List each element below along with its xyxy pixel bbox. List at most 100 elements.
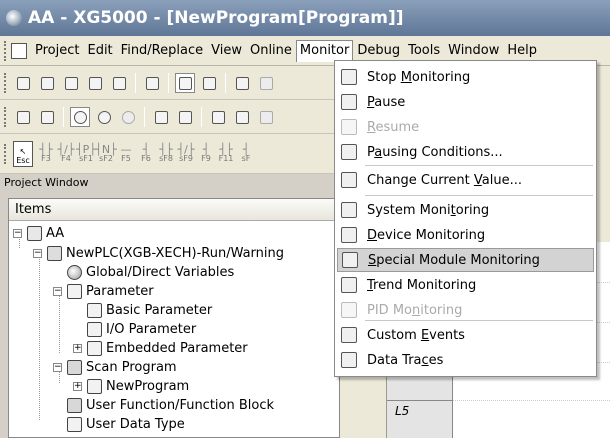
collapse-icon[interactable]: − xyxy=(53,362,62,372)
data-traces-item[interactable]: Data Traces xyxy=(337,348,594,372)
print-button[interactable] xyxy=(109,73,129,93)
special-module-monitoring-item[interactable]: Special Module Monitoring xyxy=(337,248,594,272)
online-edit-button[interactable] xyxy=(232,107,252,127)
document-icon[interactable] xyxy=(11,42,27,59)
special-module-icon xyxy=(342,252,358,268)
run-button[interactable] xyxy=(70,106,90,127)
function-icon: ┤ xyxy=(202,142,210,156)
fkey-label: F6 xyxy=(141,153,151,163)
scan-program-icon xyxy=(67,359,82,375)
tree-node-project[interactable]: − AA xyxy=(13,223,64,243)
tree-node-new-program[interactable]: + NewProgram xyxy=(73,376,189,396)
compile-icon xyxy=(212,110,225,124)
pause-item[interactable]: Pause xyxy=(337,90,594,114)
items-column-header[interactable]: Items xyxy=(9,199,339,221)
change-current-value-item[interactable]: Change Current Value... xyxy=(337,168,594,192)
fkey-f6[interactable]: ┤ F6 xyxy=(137,140,155,168)
collapse-icon[interactable]: − xyxy=(53,286,62,296)
menu-monitor[interactable]: Monitor xyxy=(295,39,354,62)
pid-monitoring-item: PID Monitoring xyxy=(337,298,594,322)
parameter-icon xyxy=(87,302,102,318)
clipboard-button[interactable] xyxy=(142,73,162,93)
device-monitoring-item[interactable]: Device Monitoring xyxy=(337,223,594,247)
tree-node-embedded-parameter[interactable]: + Embedded Parameter xyxy=(73,338,248,358)
save-button[interactable] xyxy=(85,73,105,93)
menu-tools[interactable]: Tools xyxy=(404,40,444,61)
menu-online[interactable]: Online xyxy=(246,40,296,61)
tree-node-scan-program[interactable]: − Scan Program xyxy=(53,357,177,377)
open-project-button[interactable] xyxy=(61,73,81,93)
title-bar: AA - XG5000 - [NewProgram[Program]] xyxy=(0,0,610,36)
menu-item-label: PID Monitoring xyxy=(367,302,463,318)
esc-select-button[interactable]: ↖ Esc xyxy=(13,140,33,167)
tree-node-io-parameter[interactable]: I/O Parameter xyxy=(87,319,196,339)
data-traces-icon xyxy=(341,352,357,368)
menubar-grip[interactable] xyxy=(4,40,8,61)
menu-item-label: Custom Events xyxy=(367,327,465,343)
fkey-sf[interactable]: ┤ sF xyxy=(237,140,255,168)
fkey-f4[interactable]: ┤/├ F4 xyxy=(57,140,75,168)
expand-icon[interactable]: + xyxy=(73,343,82,353)
system-monitoring-item[interactable]: System Monitoring xyxy=(337,198,594,222)
menu-project[interactable]: Project xyxy=(31,40,83,61)
variable-monitor-button[interactable] xyxy=(232,73,252,93)
force-io-button[interactable] xyxy=(256,107,276,127)
menu-find-replace-label: Find/Replace xyxy=(120,43,204,58)
fkey-sf1[interactable]: ┤P├ sF1 xyxy=(76,140,96,168)
menu-edit[interactable]: Edit xyxy=(83,40,116,61)
fkey-f11[interactable]: ┤├ F11 xyxy=(217,140,235,168)
tree-node-user-function[interactable]: User Function/Function Block xyxy=(67,395,274,415)
menu-find-replace[interactable]: Find/Replace xyxy=(117,40,207,61)
menu-item-label: Change Current Value... xyxy=(367,172,522,188)
pause-button[interactable] xyxy=(118,107,138,127)
custom-events-icon xyxy=(341,327,357,343)
message-window-toggle[interactable] xyxy=(199,73,219,93)
fkey-sf8[interactable]: ┤├ sF8 xyxy=(157,140,175,168)
open-file-button[interactable] xyxy=(37,73,57,93)
rung-label: L5 xyxy=(395,404,410,418)
toolbar-grip[interactable] xyxy=(4,72,8,93)
pid-icon xyxy=(341,302,357,318)
menu-item-label: Pausing Conditions... xyxy=(367,144,503,160)
menu-debug[interactable]: Debug xyxy=(353,40,404,61)
menu-item-label: Special Module Monitoring xyxy=(368,252,540,268)
fkey-sf2[interactable]: ┤N├ sF2 xyxy=(95,140,116,168)
toolbar-grip[interactable] xyxy=(4,143,8,164)
plc-info-button[interactable] xyxy=(151,107,171,127)
tree-node-global-variables[interactable]: Global/Direct Variables xyxy=(67,262,234,282)
fkey-sf9[interactable]: ┤/├ sF9 xyxy=(177,140,195,168)
menu-window[interactable]: Window xyxy=(444,40,503,61)
expand-icon[interactable]: + xyxy=(73,381,82,391)
tree-node-plc[interactable]: − NewPLC(XGB-XECH)-Run/Warning xyxy=(33,243,284,263)
fkey-f5[interactable]: — F5 xyxy=(117,140,135,168)
device-monitoring-icon xyxy=(341,227,357,243)
toolbar-grip[interactable] xyxy=(4,106,8,127)
tree-node-user-data-type[interactable]: User Data Type xyxy=(67,414,185,434)
project-window-toggle[interactable] xyxy=(175,72,195,93)
collapse-icon[interactable]: − xyxy=(33,248,42,258)
plc-history-button[interactable] xyxy=(175,107,195,127)
tree-node-parameter[interactable]: − Parameter xyxy=(53,281,154,301)
fkey-f3[interactable]: ┤├ F3 xyxy=(37,140,55,168)
tree-node-basic-parameter[interactable]: Basic Parameter xyxy=(87,300,212,320)
write-icon xyxy=(41,110,54,124)
trend-monitoring-item[interactable]: Trend Monitoring xyxy=(337,273,594,297)
custom-events-item[interactable]: Custom Events xyxy=(337,323,594,347)
stop-monitoring-item[interactable]: Stop Monitoring xyxy=(337,65,594,89)
new-file-button[interactable] xyxy=(13,73,33,93)
compile-button[interactable] xyxy=(208,107,228,127)
menu-online-label: Online xyxy=(249,43,292,58)
cross-reference-button[interactable] xyxy=(256,73,276,93)
connect-button[interactable] xyxy=(13,107,33,127)
stop-button[interactable] xyxy=(94,107,114,127)
collapse-icon[interactable]: − xyxy=(13,228,22,238)
window-title: AA - XG5000 - [NewProgram[Program]] xyxy=(28,8,404,28)
clipboard-icon xyxy=(146,76,159,90)
rung-divider xyxy=(387,400,453,401)
fkey-f9[interactable]: ┤ F9 xyxy=(197,140,215,168)
tree-node-label: Parameter xyxy=(86,283,154,299)
menu-help[interactable]: Help xyxy=(503,40,541,61)
pausing-conditions-item[interactable]: Pausing Conditions... xyxy=(337,140,594,164)
menu-view[interactable]: View xyxy=(207,40,246,61)
write-button[interactable] xyxy=(37,107,57,127)
